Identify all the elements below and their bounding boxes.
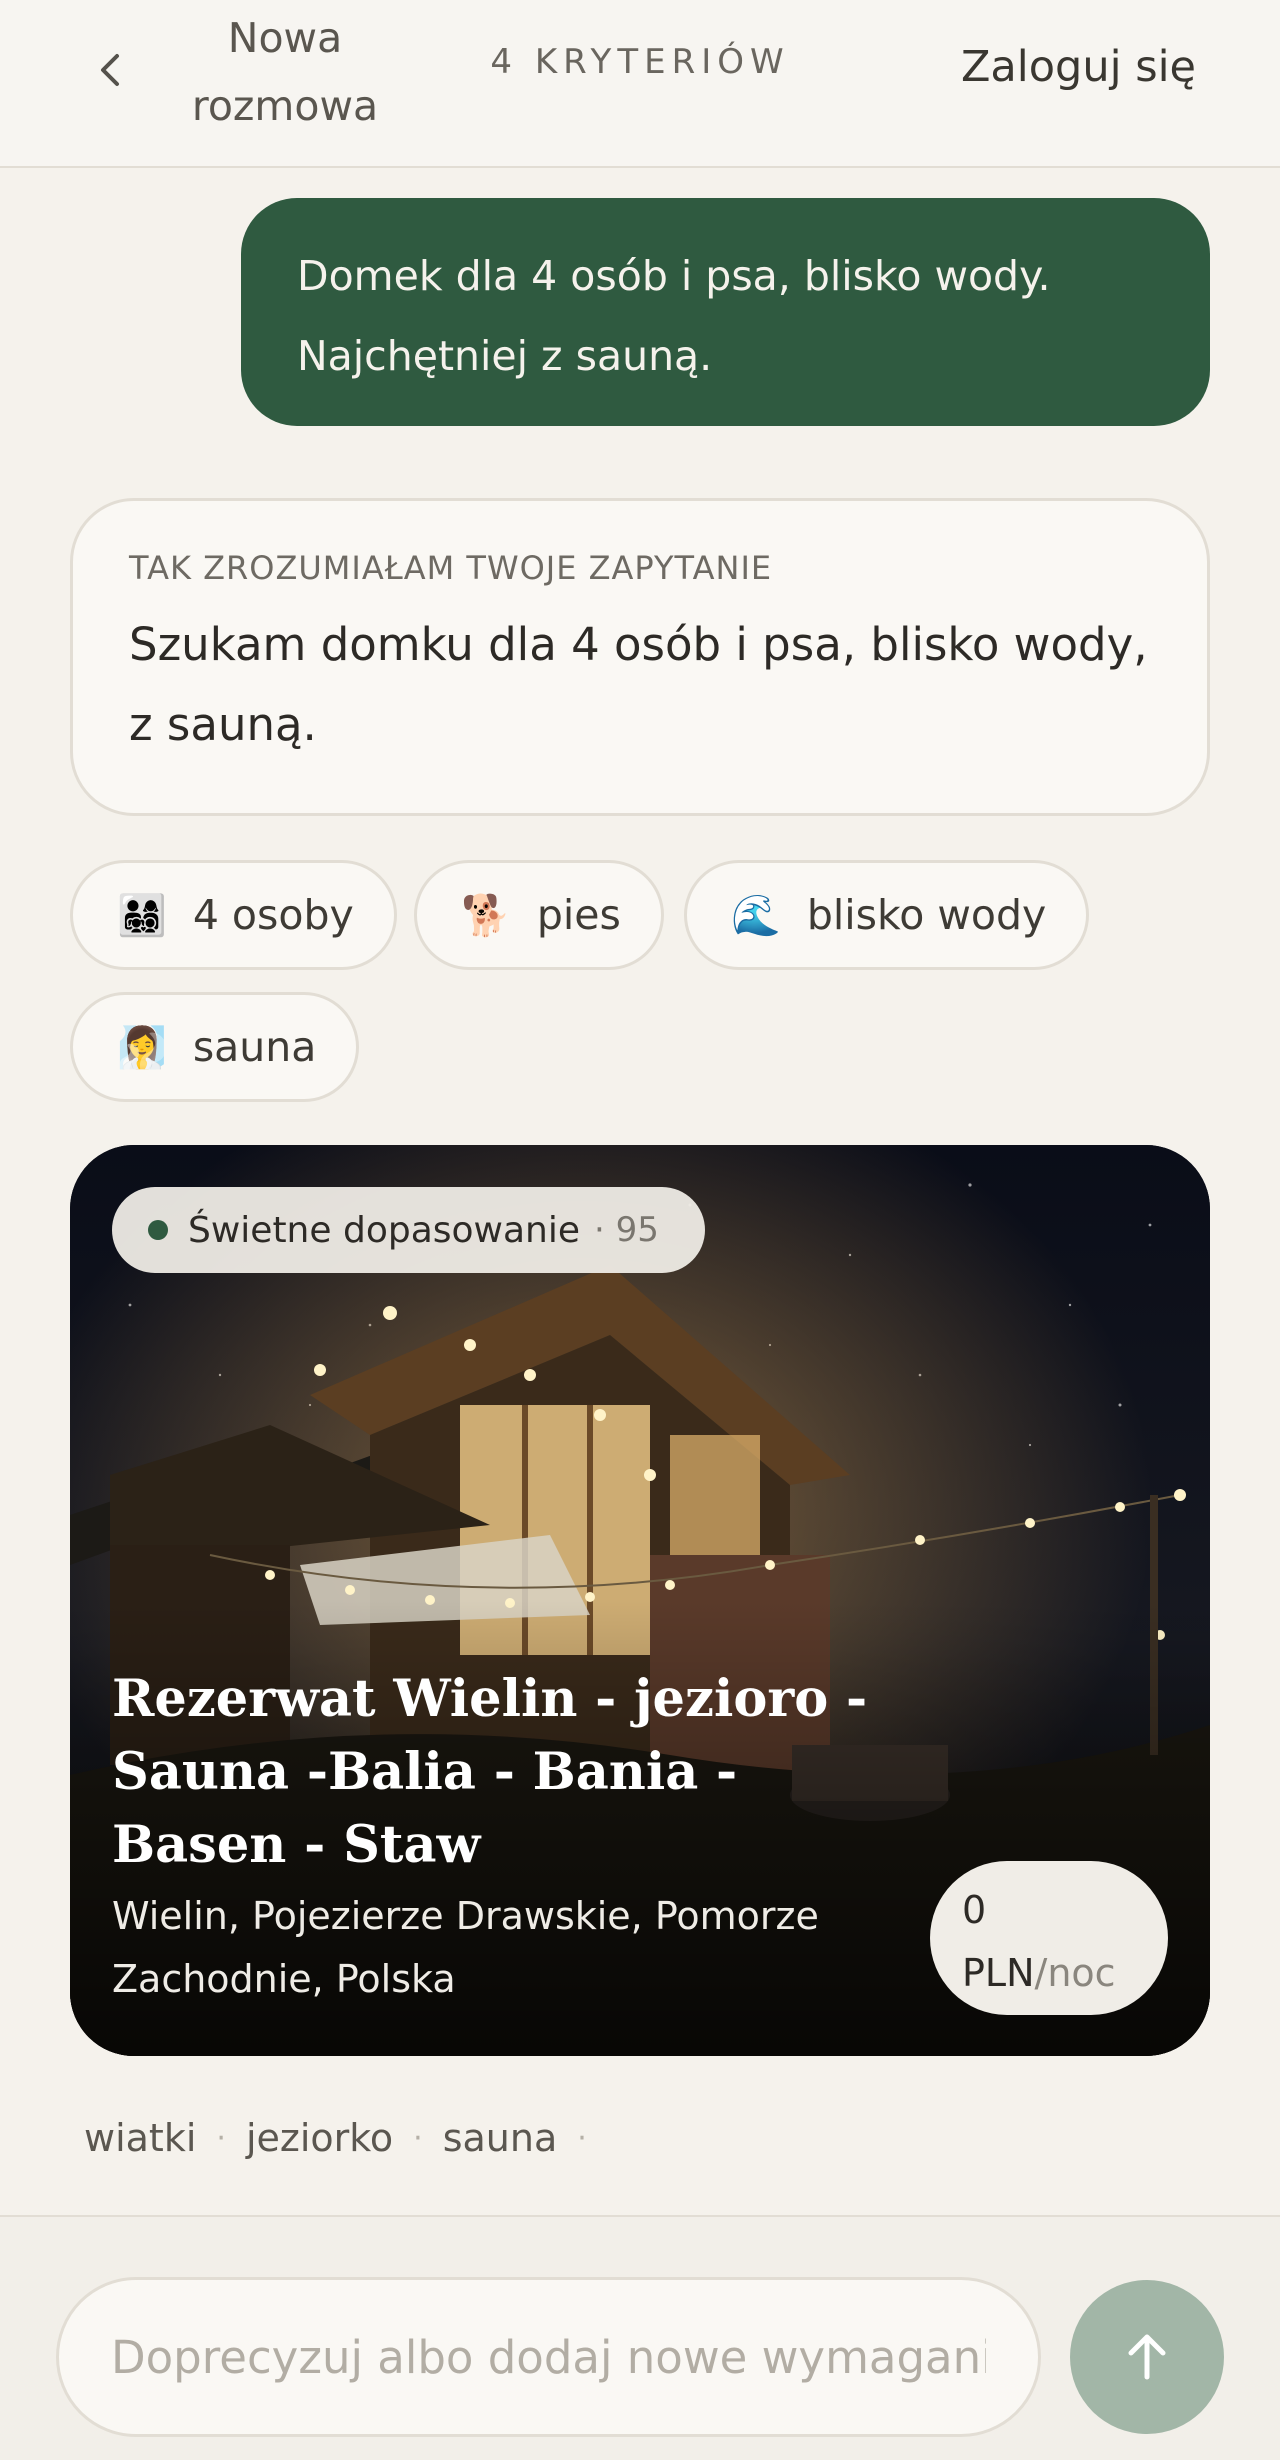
tag-separator: · [413,2120,423,2156]
criteria-chip-dog[interactable]: 🐕 pies [414,860,664,970]
message-composer [0,2215,1280,2460]
user-message-bubble: Domek dla 4 osób i psa, blisko wody. Naj… [241,198,1210,426]
chip-label: 4 osoby [192,891,354,939]
wave-icon: 🌊 [731,892,781,939]
sauna-icon: 🧖‍♀️ [117,1024,167,1071]
status-dot [148,1220,168,1240]
arrow-up-icon [1128,2334,1166,2380]
back-button[interactable] [80,40,140,100]
listing-card[interactable]: Świetne dopasowanie · 95 Rezerwat Wielin… [70,1145,1210,2056]
new-chat-button[interactable]: Nowa rozmowa [180,4,390,140]
message-input[interactable] [56,2277,1041,2437]
tag-separator: · [577,2120,587,2156]
criteria-chip-sauna[interactable]: 🧖‍♀️ sauna [70,992,360,1102]
tag-separator: · [216,2120,226,2156]
price-value: 0 PLN [962,1888,1035,1995]
listing-title[interactable]: Rezerwat Wielin - jezioro - Sauna -Balia… [112,1663,872,1882]
chip-label: pies [536,891,621,939]
price-badge: 0 PLN/noc [930,1861,1168,2015]
chip-label: sauna [192,1023,317,1071]
criteria-count[interactable]: 4 KRYTERIÓW [440,42,840,82]
listing-location: Wielin, Pojezierze Drawskie, Pomorze Zac… [112,1894,819,2001]
interpretation-text: Szukam domku dla 4 osób i psa, blisko wo… [129,618,1148,751]
feature-tags: wiatki · jeziorko · sauna · [84,2116,607,2160]
price-unit: /noc [1034,1951,1116,1995]
family-icon: 👨‍👩‍👧‍👦 [117,892,167,939]
dog-icon: 🐕 [461,892,511,939]
criteria-chip-water[interactable]: 🌊 blisko wody [684,860,1090,970]
send-button[interactable] [1070,2280,1224,2434]
tag: sauna [442,2116,558,2160]
interpretation-card: TAK ZROZUMIAŁAM TWOJE ZAPYTANIE Szukam d… [70,498,1210,816]
login-link[interactable]: Zaloguj się [961,42,1196,92]
interpretation-label: TAK ZROZUMIAŁAM TWOJE ZAPYTANIE [129,549,773,587]
criteria-chip-people[interactable]: 👨‍👩‍👧‍👦 4 osoby [70,860,397,970]
chip-label: blisko wody [806,891,1047,939]
top-bar: Nowa rozmowa 4 KRYTERIÓW Zaloguj się [0,0,1280,168]
match-badge: Świetne dopasowanie · 95 [112,1187,705,1273]
chevron-left-icon [101,54,119,86]
tag: jeziorko [245,2116,394,2160]
tag: wiatki [84,2116,197,2160]
match-score: · 95 [594,1210,659,1250]
match-label: Świetne dopasowanie [188,1209,581,1251]
